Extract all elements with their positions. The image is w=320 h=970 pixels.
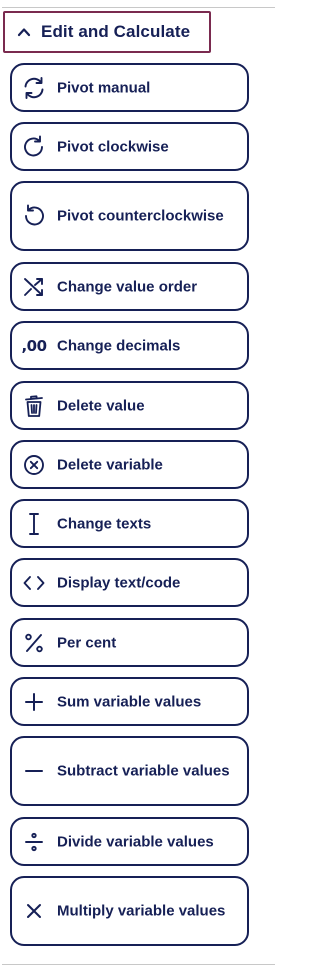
- multiply-icon: [21, 898, 47, 924]
- display-text-code-label: Display text/code: [57, 574, 181, 591]
- change-value-order-button[interactable]: Change value order: [10, 262, 249, 311]
- circle-x-icon: [21, 452, 47, 478]
- pivot-manual-button[interactable]: Pivot manual: [10, 63, 249, 112]
- multiply-variable-values-button[interactable]: Multiply variable values: [10, 876, 249, 946]
- pivot-counterclockwise-label: Pivot counterclockwise: [57, 207, 224, 225]
- delete-value-button[interactable]: Delete value: [10, 381, 249, 430]
- decimals-icon-text: ,00: [21, 336, 47, 355]
- display-text-code-button[interactable]: Display text/code: [10, 558, 249, 607]
- change-decimals-label: Change decimals: [57, 337, 181, 354]
- subtract-variable-values-label: Subtract variable values: [57, 762, 230, 780]
- divide-variable-values-button[interactable]: Divide variable values: [10, 817, 249, 866]
- change-texts-button[interactable]: Change texts: [10, 499, 249, 548]
- multiply-variable-values-label: Multiply variable values: [57, 902, 226, 920]
- section-toggle-edit-and-calculate[interactable]: Edit and Calculate: [3, 11, 211, 53]
- change-decimals-button[interactable]: ,00 Change decimals: [10, 321, 249, 370]
- pivot-counterclockwise-button[interactable]: Pivot counterclockwise: [10, 181, 249, 251]
- code-brackets-icon: [21, 570, 47, 596]
- rotate-clockwise-icon: [21, 134, 47, 160]
- per-cent-button[interactable]: Per cent: [10, 618, 249, 667]
- section-title: Edit and Calculate: [41, 22, 191, 41]
- per-cent-label: Per cent: [57, 634, 117, 651]
- divide-variable-values-label: Divide variable values: [57, 833, 214, 850]
- trash-icon: [21, 393, 47, 419]
- minus-icon: [21, 758, 47, 784]
- rotate-arrows-icon: [21, 75, 47, 101]
- top-divider: [2, 7, 275, 8]
- plus-icon: [21, 689, 47, 715]
- pivot-manual-label: Pivot manual: [57, 79, 151, 96]
- change-value-order-label: Change value order: [57, 278, 198, 295]
- bottom-divider: [2, 964, 275, 965]
- delete-value-label: Delete value: [57, 397, 145, 414]
- sum-variable-values-button[interactable]: Sum variable values: [10, 677, 249, 726]
- pivot-clockwise-label: Pivot clockwise: [57, 138, 169, 155]
- change-texts-label: Change texts: [57, 515, 152, 532]
- shuffle-icon: [21, 274, 47, 300]
- chevron-up-icon: [15, 23, 33, 41]
- divide-icon: [21, 829, 47, 855]
- text-cursor-icon: [21, 511, 47, 537]
- decimals-icon: ,00: [18, 333, 50, 359]
- subtract-variable-values-button[interactable]: Subtract variable values: [10, 736, 249, 806]
- pivot-clockwise-button[interactable]: Pivot clockwise: [10, 122, 249, 171]
- sum-variable-values-label: Sum variable values: [57, 693, 202, 710]
- percent-icon: [21, 630, 47, 656]
- delete-variable-button[interactable]: Delete variable: [10, 440, 249, 489]
- delete-variable-label: Delete variable: [57, 456, 163, 473]
- rotate-counterclockwise-icon: [21, 203, 47, 229]
